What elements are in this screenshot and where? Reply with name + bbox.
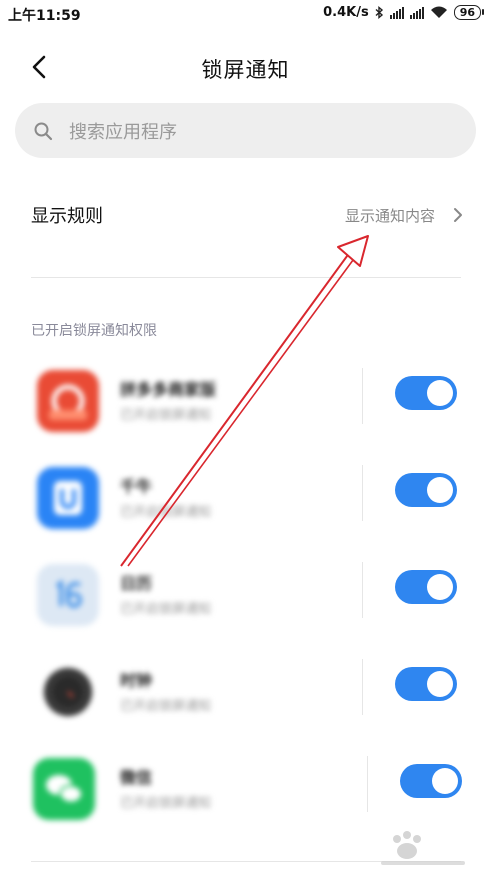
status-time: 上午11:59 bbox=[8, 8, 81, 24]
qianniu-app-icon bbox=[37, 467, 99, 529]
app-name: 日历 bbox=[120, 574, 153, 593]
clock-app-icon bbox=[37, 661, 99, 723]
app-name: 千牛 bbox=[120, 477, 153, 496]
app-status: 已开启锁屏通知 bbox=[120, 796, 212, 811]
app-status: 已开启锁屏通知 bbox=[120, 699, 212, 714]
list-item: 拼多多商家版 已开启锁屏通知 bbox=[0, 362, 491, 452]
network-speed: 0.4K/s bbox=[323, 5, 369, 20]
status-indicators: 0.4K/s 96 bbox=[323, 5, 485, 20]
status-bar: 上午11:59 0.4K/s 96 bbox=[0, 0, 491, 30]
app-name: 拼多多商家版 bbox=[120, 380, 217, 399]
wechat-app-icon bbox=[33, 758, 95, 820]
chevron-right-icon bbox=[454, 208, 462, 222]
toggle-knob bbox=[427, 477, 453, 503]
notification-toggle[interactable] bbox=[395, 667, 457, 701]
search-icon bbox=[34, 122, 53, 141]
search-bar[interactable] bbox=[15, 103, 476, 158]
page-title: 锁屏通知 bbox=[201, 58, 290, 82]
display-rule-row[interactable]: 显示规则 显示通知内容 bbox=[0, 186, 491, 244]
display-rule-label: 显示规则 bbox=[31, 206, 103, 227]
search-input[interactable] bbox=[67, 113, 461, 151]
list-item: 日历 已开启锁屏通知 bbox=[0, 556, 491, 646]
signal-icon-2 bbox=[409, 6, 424, 19]
toggle-knob bbox=[427, 671, 453, 697]
list-item: 千牛 已开启锁屏通知 bbox=[0, 459, 491, 549]
toggle-knob bbox=[432, 768, 458, 794]
signal-icon bbox=[389, 6, 404, 19]
pinduoduo-app-icon bbox=[37, 370, 99, 432]
toggle-knob bbox=[427, 574, 453, 600]
divider bbox=[362, 562, 363, 618]
list-item: 时钟 已开启锁屏通知 bbox=[0, 653, 491, 743]
notification-toggle[interactable] bbox=[400, 764, 462, 798]
app-status: 已开启锁屏通知 bbox=[120, 602, 212, 617]
divider bbox=[362, 368, 363, 424]
divider bbox=[367, 756, 368, 812]
wifi-icon bbox=[430, 6, 447, 18]
notification-toggle[interactable] bbox=[395, 570, 457, 604]
app-status: 已开启锁屏通知 bbox=[120, 408, 212, 423]
notification-toggle[interactable] bbox=[395, 473, 457, 507]
battery-icon: 96 bbox=[453, 5, 485, 20]
section-title: 已开启锁屏通知权限 bbox=[31, 323, 157, 339]
app-name: 时钟 bbox=[120, 671, 153, 690]
divider bbox=[362, 659, 363, 715]
calendar-app-icon bbox=[37, 564, 99, 626]
display-rule-value: 显示通知内容 bbox=[344, 207, 435, 225]
bluetooth-icon bbox=[375, 6, 383, 19]
toggle-knob bbox=[427, 380, 453, 406]
divider bbox=[31, 277, 461, 278]
notification-toggle[interactable] bbox=[395, 376, 457, 410]
divider bbox=[362, 465, 363, 521]
baidu-jingyan-watermark bbox=[381, 831, 465, 865]
app-status: 已开启锁屏通知 bbox=[120, 505, 212, 520]
app-name: 微信 bbox=[120, 768, 153, 787]
